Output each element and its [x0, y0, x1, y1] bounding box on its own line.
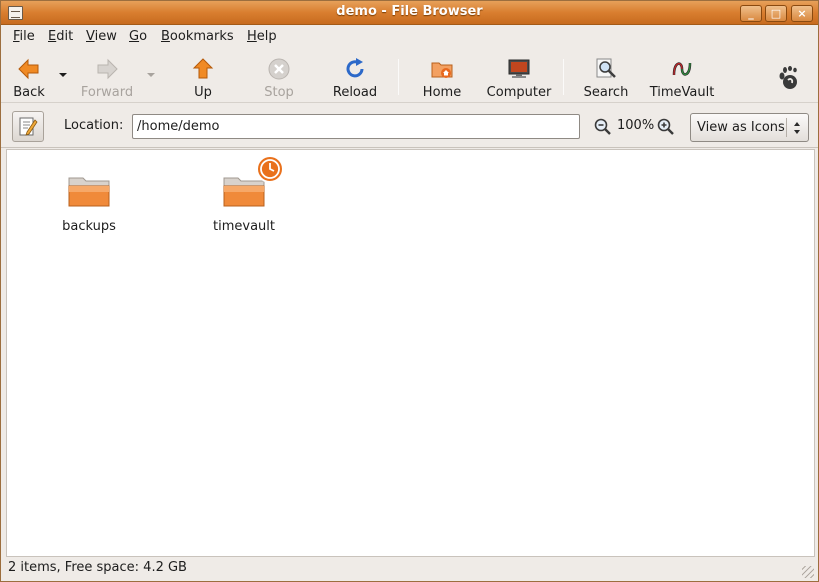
folder-icon — [68, 177, 110, 207]
minimize-button[interactable]: _ — [740, 5, 762, 22]
close-button[interactable]: × — [791, 5, 813, 22]
stop-icon — [268, 58, 290, 80]
timevault-icon — [672, 62, 692, 76]
zoom-level[interactable]: 100% — [617, 118, 654, 133]
home-label: Home — [422, 85, 462, 100]
select-divider — [786, 118, 787, 137]
search-label: Search — [583, 85, 629, 100]
menu-bar: File Edit View Go Bookmarks Help — [1, 26, 818, 48]
timevault-label: TimeVault — [649, 85, 715, 100]
computer-button[interactable]: Computer — [485, 53, 553, 100]
status-text: 2 items, Free space: 4.2 GB — [8, 560, 187, 575]
timevault-button[interactable]: TimeVault — [649, 53, 715, 100]
forward-button[interactable]: Forward — [77, 53, 137, 100]
arrow-left-icon — [18, 58, 39, 80]
home-folder-icon — [431, 62, 453, 78]
clock-emblem-icon — [256, 155, 284, 183]
forward-history-dropdown[interactable] — [147, 73, 155, 77]
menu-file-label: ile — [19, 29, 35, 44]
stop-label: Stop — [264, 85, 294, 100]
arrow-up-icon — [192, 58, 214, 79]
location-bar: Location: 100% View as Icons — [1, 104, 818, 148]
menu-edit-label: dit — [56, 29, 74, 44]
up-label: Up — [194, 85, 212, 100]
resize-grip[interactable] — [802, 566, 814, 578]
file-item-timevault[interactable]: timevault — [189, 155, 299, 246]
view-mode-select[interactable]: View as Icons — [690, 113, 809, 142]
reload-icon — [346, 58, 364, 78]
toggle-location-button[interactable] — [12, 111, 44, 142]
menu-view-label: iew — [94, 29, 117, 44]
location-label: Location: — [64, 118, 124, 133]
menu-go[interactable]: Go — [129, 29, 147, 44]
file-item-backups[interactable]: backups — [34, 156, 144, 246]
maximize-button[interactable]: □ — [765, 5, 787, 22]
back-label: Back — [13, 85, 45, 100]
status-bar: 2 items, Free space: 4.2 GB — [1, 558, 818, 581]
home-button[interactable]: Home — [417, 53, 467, 100]
menu-help[interactable]: Help — [247, 29, 277, 44]
reload-label: Reload — [332, 85, 378, 100]
menu-help-label: elp — [256, 29, 277, 44]
back-history-dropdown[interactable] — [59, 73, 67, 77]
location-input[interactable] — [132, 114, 580, 139]
toolbar-separator — [563, 59, 564, 95]
gnome-foot-icon — [779, 66, 797, 89]
window-title: demo - File Browser — [336, 4, 483, 19]
forward-label: Forward — [80, 85, 134, 100]
title-bar[interactable]: demo - File Browser _ □ × — [1, 1, 818, 25]
computer-label: Computer — [486, 85, 552, 100]
menu-help-mnemonic: H — [247, 29, 257, 44]
menu-go-label: o — [139, 29, 148, 44]
menu-bookmarks[interactable]: Bookmarks — [161, 29, 234, 44]
reload-button[interactable]: Reload — [329, 53, 381, 100]
main-toolbar: Back Forward Up Stop Reload Home Compute… — [1, 49, 818, 103]
search-icon — [596, 58, 616, 78]
toolbar-separator — [398, 59, 399, 95]
menu-edit-mnemonic: E — [48, 29, 57, 44]
arrow-right-icon — [97, 58, 118, 80]
computer-icon — [508, 59, 530, 78]
menu-view-mnemonic: V — [86, 29, 95, 44]
file-name: backups — [62, 219, 116, 234]
file-view[interactable]: backups timevault — [6, 149, 815, 557]
stop-button[interactable]: Stop — [257, 53, 301, 100]
file-browser-window: demo - File Browser _ □ × File Edit View… — [0, 0, 819, 582]
menu-file[interactable]: File — [13, 29, 35, 44]
zoom-out-icon[interactable] — [594, 118, 612, 136]
search-button[interactable]: Search — [581, 53, 631, 100]
edit-pencil-icon — [19, 117, 38, 136]
back-button[interactable]: Back — [7, 53, 51, 100]
file-name: timevault — [213, 219, 275, 234]
select-arrows-icon — [794, 122, 800, 134]
menu-edit[interactable]: Edit — [48, 29, 73, 44]
menu-bookmarks-mnemonic: B — [161, 29, 170, 44]
up-button[interactable]: Up — [181, 53, 225, 100]
menu-view[interactable]: View — [86, 29, 117, 44]
zoom-in-icon[interactable] — [657, 118, 675, 136]
menu-bookmarks-label: ookmarks — [169, 29, 234, 44]
menu-go-mnemonic: G — [129, 29, 140, 44]
view-mode-value: View as Icons — [697, 120, 785, 135]
